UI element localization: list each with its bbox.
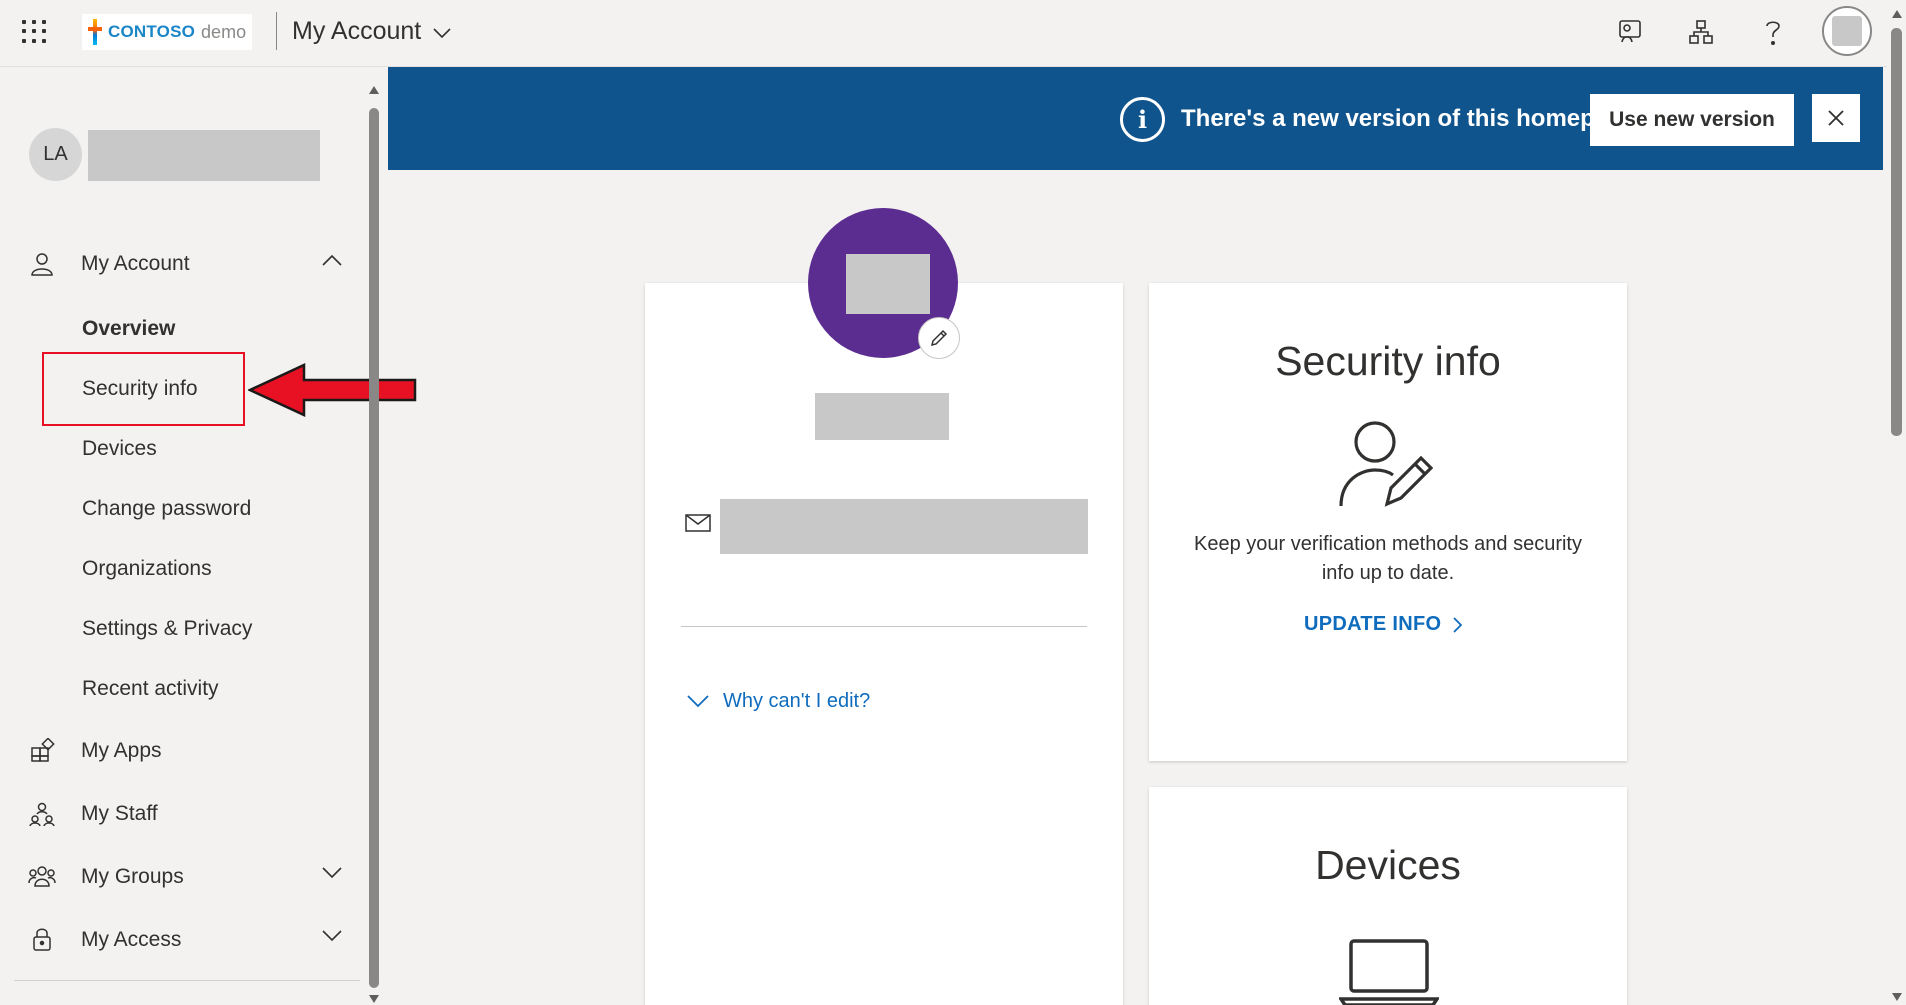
red-arrow-annotation <box>248 363 417 417</box>
staff-icon <box>27 799 57 829</box>
scroll-up-arrow-icon[interactable] <box>369 86 379 94</box>
use-new-version-button[interactable]: Use new version <box>1590 94 1794 146</box>
page-scrollbar[interactable] <box>1887 0 1906 1005</box>
user-name-redacted <box>88 130 320 181</box>
scroll-down-arrow-icon[interactable] <box>369 995 379 1003</box>
profile-avatar-icon[interactable] <box>1822 6 1872 56</box>
info-icon: i <box>1120 97 1165 142</box>
new-version-banner: i There's a new version of this homepage… <box>388 67 1883 170</box>
close-icon <box>1828 110 1844 126</box>
why-cant-i-edit-label: Why can't I edit? <box>723 690 871 712</box>
chevron-down-icon <box>322 930 342 942</box>
app-title: My Account <box>292 17 422 45</box>
nav-my-groups-label: My Groups <box>81 865 184 888</box>
header-divider <box>276 12 277 50</box>
why-cant-i-edit-toggle[interactable]: Why can't I edit? <box>687 690 870 713</box>
edit-photo-button[interactable] <box>918 317 960 359</box>
org-chart-icon[interactable] <box>1683 14 1719 50</box>
security-info-title: Security info <box>1275 338 1501 384</box>
app-launcher-icon[interactable] <box>20 18 48 46</box>
sidebar-scroll-thumb[interactable] <box>369 108 379 988</box>
security-info-icon <box>1339 421 1433 507</box>
nav-my-staff[interactable]: My Staff <box>27 792 347 836</box>
chevron-right-icon <box>1453 616 1463 633</box>
person-icon <box>27 249 57 279</box>
update-info-label: UPDATE INFO <box>1304 613 1442 635</box>
nav-my-staff-label: My Staff <box>81 802 158 825</box>
banner-message: There's a new version of this homepage <box>1181 105 1637 132</box>
sidebar-scrollbar[interactable] <box>366 80 382 1005</box>
page-scroll-thumb[interactable] <box>1891 28 1902 436</box>
contoso-logo-icon <box>88 19 102 45</box>
chevron-down-icon <box>433 28 451 39</box>
logo-brand-text: CONTOSO <box>108 22 196 41</box>
nav-my-apps[interactable]: My Apps <box>27 729 347 773</box>
close-banner-button[interactable] <box>1812 94 1860 142</box>
highlight-box <box>42 352 245 426</box>
info-glyph: i <box>1137 105 1148 134</box>
profile-divider <box>681 626 1087 627</box>
logo-sub-text: demo <box>201 21 247 42</box>
nav-my-account-label: My Account <box>81 252 190 275</box>
user-initials: LA <box>43 143 68 165</box>
access-icon <box>27 925 57 955</box>
update-info-link[interactable]: UPDATE INFO <box>1304 613 1463 636</box>
security-info-description: Keep your verification methods and secur… <box>1194 533 1582 584</box>
sub-item-settings-privacy[interactable]: Settings & Privacy <box>82 609 252 649</box>
nav-my-account[interactable]: My Account <box>27 242 347 286</box>
groups-icon <box>27 862 57 892</box>
nav-my-apps-label: My Apps <box>81 739 162 762</box>
scroll-up-arrow-icon[interactable] <box>1892 10 1902 18</box>
sub-item-recent-activity[interactable]: Recent activity <box>82 669 219 709</box>
profile-photo-redacted <box>846 254 930 314</box>
company-logo[interactable]: CONTOSO demo <box>82 14 252 50</box>
chevron-down-icon <box>687 695 709 708</box>
profile-name-redacted <box>815 393 949 440</box>
sidebar-divider <box>14 980 360 981</box>
app-title-dropdown[interactable]: My Account <box>292 17 451 46</box>
chevron-up-icon <box>322 254 342 266</box>
nav-my-access-label: My Access <box>81 928 182 951</box>
sub-item-overview[interactable]: Overview <box>82 309 175 349</box>
security-info-card: Security info Keep your verification met… <box>1149 283 1627 761</box>
profile-card: Why can't I edit? <box>645 283 1123 1005</box>
help-icon[interactable] <box>1755 14 1791 50</box>
user-avatar: LA <box>29 128 82 181</box>
top-bar: CONTOSO demo My Account <box>0 0 1906 67</box>
sub-item-organizations[interactable]: Organizations <box>82 549 212 589</box>
laptop-icon <box>1339 939 1439 1005</box>
nav-my-groups[interactable]: My Groups <box>27 855 347 899</box>
sidebar: LA My Account Overview Security info Dev… <box>0 67 417 1005</box>
scroll-down-arrow-icon[interactable] <box>1892 993 1902 1001</box>
sub-item-devices[interactable]: Devices <box>82 429 157 469</box>
feedback-icon[interactable] <box>1612 14 1648 50</box>
sub-item-change-password[interactable]: Change password <box>82 489 251 529</box>
apps-icon <box>27 736 57 766</box>
email-redacted <box>720 499 1088 554</box>
devices-title: Devices <box>1315 842 1461 888</box>
mail-icon <box>685 514 711 532</box>
devices-card: Devices <box>1149 787 1627 1005</box>
nav-my-access[interactable]: My Access <box>27 918 347 962</box>
chevron-down-icon <box>322 867 342 879</box>
pencil-icon <box>930 329 948 347</box>
